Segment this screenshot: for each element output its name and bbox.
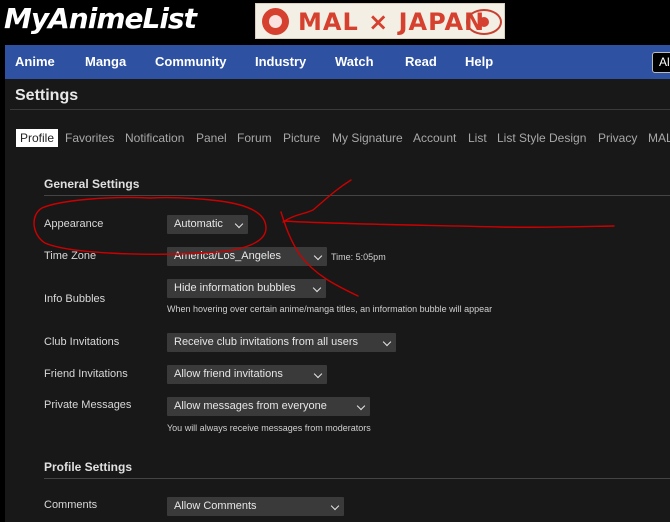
- top-header: MyAnimeList MAL × JAPAN: [0, 0, 670, 44]
- chevron-down-icon: [312, 283, 322, 293]
- tab-notification[interactable]: Notification: [125, 129, 184, 147]
- search-category-select[interactable]: All: [652, 52, 670, 73]
- general-settings-heading: General Settings: [44, 177, 140, 191]
- nav-community[interactable]: Community: [155, 45, 227, 79]
- settings-page: Settings Profile Favorites Notification …: [5, 79, 670, 522]
- tab-profile[interactable]: Profile: [16, 129, 59, 147]
- private-messages-select[interactable]: Allow messages from everyone: [167, 397, 370, 416]
- nav-industry[interactable]: Industry: [255, 45, 306, 79]
- appearance-label: Appearance: [44, 218, 104, 230]
- info-bubbles-value: Hide information bubbles: [174, 282, 296, 294]
- tab-list[interactable]: List: [468, 129, 487, 147]
- nav-anime[interactable]: Anime: [15, 45, 55, 79]
- profile-settings-heading: Profile Settings: [44, 460, 133, 474]
- club-invitations-value: Receive club invitations from all users: [174, 336, 359, 348]
- club-invitations-select[interactable]: Receive club invitations from all users: [167, 333, 396, 352]
- eye-icon: [466, 9, 502, 35]
- chevron-down-icon: [313, 251, 323, 261]
- nav-manga[interactable]: Manga: [85, 45, 126, 79]
- current-time: Time: 5:05pm: [331, 252, 386, 262]
- friend-invitations-value: Allow friend invitations: [174, 368, 283, 380]
- appearance-value: Automatic: [174, 218, 223, 230]
- friend-invitations-select[interactable]: Allow friend invitations: [167, 365, 327, 384]
- seal-icon: [262, 8, 289, 35]
- chevron-down-icon: [234, 219, 244, 229]
- divider: [10, 109, 670, 110]
- nav-help[interactable]: Help: [465, 45, 493, 79]
- site-logo[interactable]: MyAnimeList: [4, 2, 197, 35]
- info-bubbles-select[interactable]: Hide information bubbles: [167, 279, 326, 298]
- tab-picture[interactable]: Picture: [283, 129, 320, 147]
- tab-my-signature[interactable]: My Signature: [332, 129, 403, 147]
- tab-panel[interactable]: Panel: [196, 129, 227, 147]
- banner-text: MAL × JAPAN: [298, 8, 486, 36]
- comments-value: Allow Comments: [174, 500, 257, 512]
- promo-banner[interactable]: MAL × JAPAN: [255, 3, 505, 39]
- chevron-down-icon: [356, 401, 366, 411]
- main-nav: Anime Manga Community Industry Watch Rea…: [5, 45, 670, 79]
- private-messages-label: Private Messages: [44, 399, 132, 411]
- tab-forum[interactable]: Forum: [237, 129, 272, 147]
- info-bubbles-note: When hovering over certain anime/manga t…: [167, 304, 493, 314]
- club-invitations-label: Club Invitations: [44, 336, 120, 348]
- divider: [44, 478, 670, 479]
- tab-list-style-design[interactable]: List Style Design: [497, 129, 586, 147]
- private-messages-value: Allow messages from everyone: [174, 400, 327, 412]
- nav-read[interactable]: Read: [405, 45, 437, 79]
- comments-select[interactable]: Allow Comments: [167, 497, 344, 516]
- divider: [44, 195, 670, 196]
- friend-invitations-label: Friend Invitations: [44, 368, 128, 380]
- timezone-select[interactable]: America/Los_Angeles: [167, 247, 327, 266]
- comments-label: Comments: [44, 499, 98, 511]
- chevron-down-icon: [330, 501, 340, 511]
- tab-mal[interactable]: MAL: [648, 129, 670, 147]
- info-bubbles-label: Info Bubbles: [44, 293, 106, 305]
- chevron-down-icon: [382, 337, 392, 347]
- timezone-value: America/Los_Angeles: [174, 250, 282, 262]
- nav-watch[interactable]: Watch: [335, 45, 374, 79]
- tab-favorites[interactable]: Favorites: [65, 129, 114, 147]
- tab-account[interactable]: Account: [413, 129, 456, 147]
- private-messages-note: You will always receive messages from mo…: [167, 423, 371, 433]
- appearance-select[interactable]: Automatic: [167, 215, 248, 234]
- tab-privacy[interactable]: Privacy: [598, 129, 637, 147]
- chevron-down-icon: [313, 369, 323, 379]
- timezone-label: Time Zone: [44, 250, 97, 262]
- page-title: Settings: [15, 87, 79, 104]
